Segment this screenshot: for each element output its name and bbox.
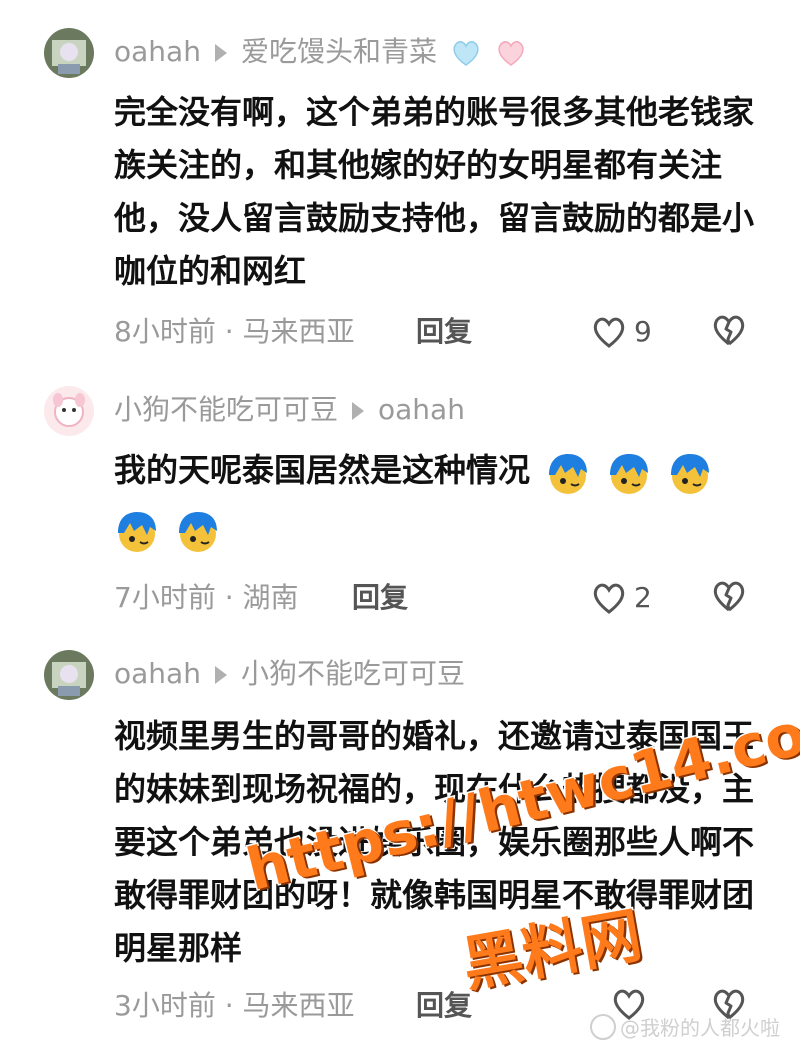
comment-text: 完全没有啊，这个弟弟的账号很多其他老钱家族关注的，和其他嫁的好的女明星都有关注他… [114,93,755,290]
like-button[interactable]: 2 [590,578,652,618]
reply-button[interactable]: 回复 [416,312,472,352]
time-location: 3小时前 · 马来西亚 [114,989,355,1022]
comment-header: oahah 小狗不能吃可可豆 [114,654,465,694]
comment-header: oahah 爱吃馒头和青菜 [114,32,527,72]
reply-arrow-icon [214,44,227,62]
username[interactable]: oahah [114,657,201,690]
blue-hair-emoji-icon [549,453,588,494]
dislike-button[interactable] [710,578,748,614]
time-location: 7小时前 · 湖南 [114,581,299,614]
reply-arrow-icon [214,666,227,684]
reply-button[interactable]: 回复 [352,578,408,618]
reply-to-username[interactable]: 爱吃馒头和青菜 [241,35,437,68]
dislike-button[interactable] [710,312,748,348]
broken-heart-icon [713,315,745,346]
avatar[interactable] [44,28,94,78]
blue-hair-emoji-icon [118,512,156,552]
heart-outline-icon [593,317,625,348]
blue-hair-emoji-icon [610,453,649,494]
like-count: 2 [634,581,652,614]
like-count: 9 [634,315,652,348]
comment-header: 小狗不能吃可可豆 oahah [114,390,465,430]
reply-button[interactable]: 回复 [416,986,472,1026]
like-button[interactable]: 9 [590,312,652,352]
avatar[interactable] [44,650,94,700]
reply-to-username[interactable]: oahah [378,393,465,426]
reply-to-username[interactable]: 小狗不能吃可可豆 [241,657,465,690]
reply-arrow-icon [352,402,365,420]
time-location: 8小时前 · 马来西亚 [114,315,355,348]
heart-outline-icon [593,583,625,614]
comment-footer: 7小时前 · 湖南 回复 2 [114,578,760,618]
weibo-watermark: @我粉的人都火啦 [590,1012,780,1041]
username[interactable]: 小狗不能吃可可豆 [114,393,338,426]
comment-footer: 8小时前 · 马来西亚 回复 9 [114,312,760,352]
blue-hair-emoji-icon [671,453,710,494]
weibo-logo-icon [590,1013,616,1040]
comment-text-content: 我的天呢泰国居然是这种情况 [114,451,531,489]
avatar[interactable] [44,386,94,436]
broken-heart-icon [713,581,745,612]
comment-text: 我的天呢泰国居然是这种情况 [114,444,764,499]
weibo-handle: @我粉的人都火啦 [620,1016,780,1040]
emoji-group [541,446,713,499]
light-pink-heart-icon [498,41,524,66]
light-blue-heart-icon [453,41,479,66]
blue-hair-emoji-icon [179,512,218,552]
username[interactable]: oahah [114,35,201,68]
emoji-row-2 [114,504,764,557]
